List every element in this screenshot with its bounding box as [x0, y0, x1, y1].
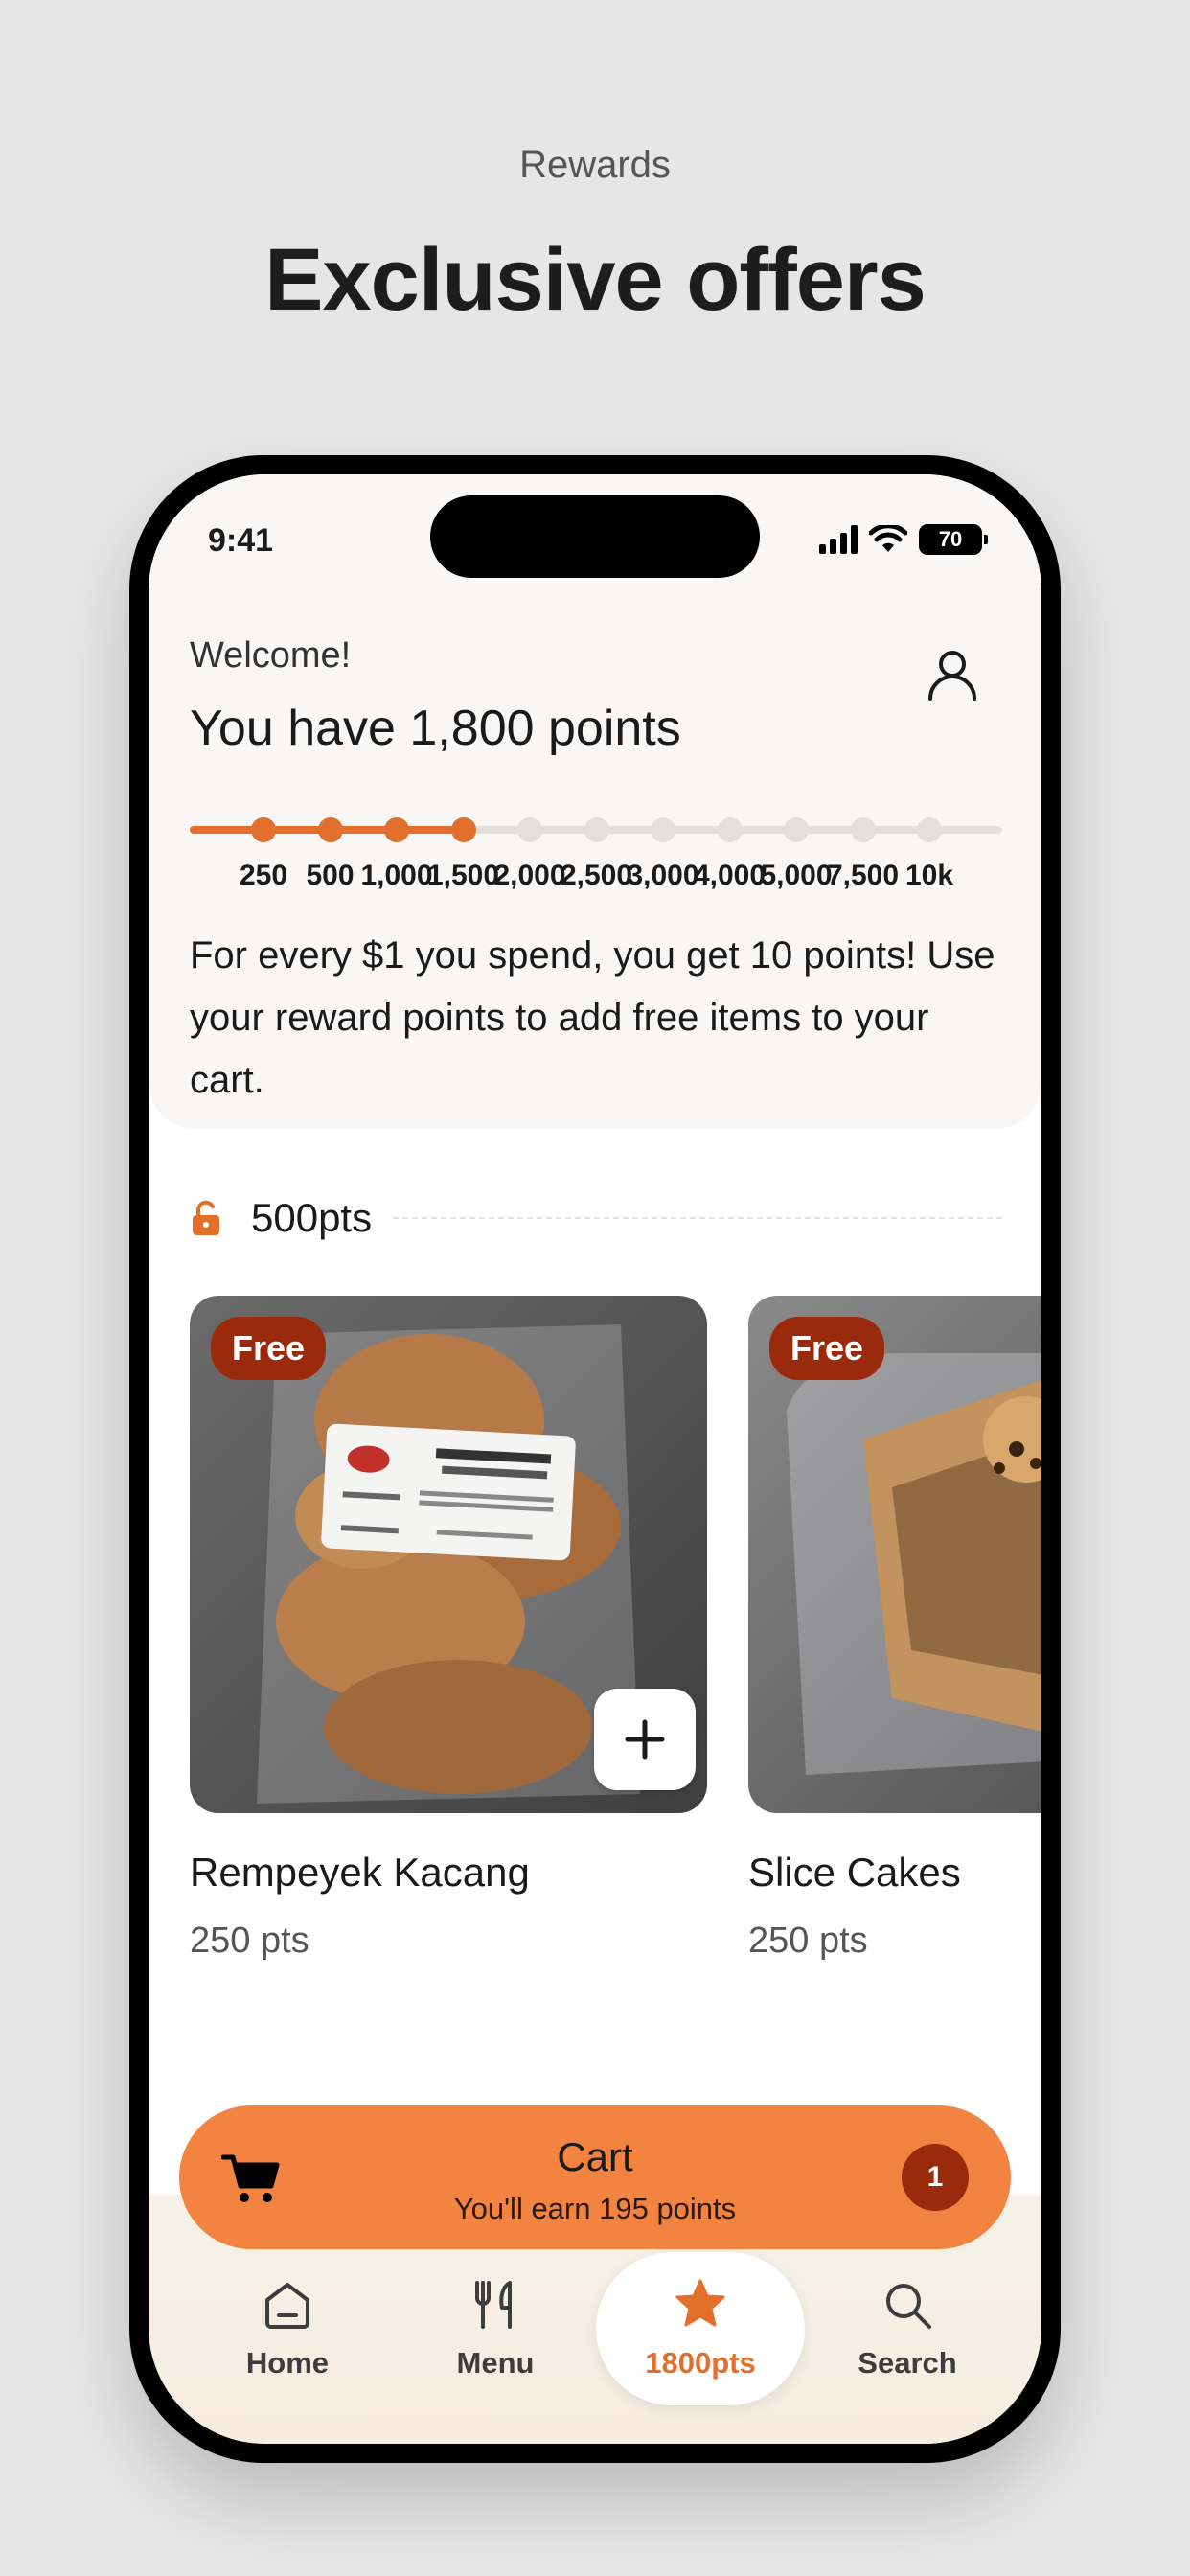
milestone-label: 10k	[904, 860, 954, 891]
nav-label: Menu	[456, 2346, 535, 2380]
milestone-label: 500	[306, 860, 355, 891]
milestone-label: 1,000	[360, 860, 433, 891]
milestone-dot	[251, 817, 276, 842]
wifi-icon	[869, 525, 907, 552]
milestone-label: 3,000	[627, 860, 699, 891]
cart-count-badge: 1	[902, 2144, 969, 2211]
product-points: 250 pts	[190, 1920, 309, 1961]
tier-divider	[393, 1217, 1002, 1219]
nav-label: 1800pts	[645, 2346, 756, 2380]
phone-frame: 9:41 70 Welcome! You have 1,800 points 2…	[129, 455, 1061, 2463]
nav-label: Search	[858, 2346, 957, 2380]
milestone-dot	[784, 817, 809, 842]
milestone-label: 4,000	[693, 860, 767, 891]
product-name: Rempeyek Kacang	[190, 1850, 530, 1895]
milestone-dot	[584, 817, 609, 842]
nav-rewards[interactable]: 1800pts	[596, 2252, 805, 2405]
product-card[interactable]: Free Slice Cakes 250 pts	[748, 1296, 1041, 1962]
milestone-dot	[651, 817, 675, 842]
milestone-dot	[384, 817, 409, 842]
search-icon	[886, 2284, 931, 2329]
plus-icon	[625, 1719, 665, 1760]
phone-screen: 9:41 70 Welcome! You have 1,800 points 2…	[149, 474, 1041, 2444]
profile-icon[interactable]	[923, 645, 982, 704]
product-card[interactable]: Free Rempeyek Kacang 250 pts	[190, 1296, 707, 1962]
utensils-icon	[475, 2281, 512, 2329]
star-icon	[675, 2279, 725, 2327]
product-image[interactable]: Free	[748, 1296, 1041, 1813]
points-info-text: For every $1 you spend, you get 10 point…	[190, 934, 995, 1101]
cart-button[interactable]: Cart You'll earn 195 points 1	[179, 2105, 1011, 2249]
add-to-cart-button[interactable]	[594, 1689, 696, 1790]
milestone-dot	[850, 817, 876, 842]
points-progress-bar	[190, 816, 1002, 844]
status-icons: 70	[819, 524, 988, 555]
home-icon	[265, 2283, 309, 2329]
battery-icon: 70	[919, 524, 988, 555]
nav-home[interactable]: Home	[192, 2252, 383, 2405]
nav-search[interactable]: Search	[812, 2252, 1003, 2405]
product-points: 250 pts	[748, 1920, 868, 1961]
cart-title: Cart	[557, 2134, 633, 2179]
free-badge: Free	[769, 1317, 885, 1380]
tier-label: 500pts	[251, 1195, 373, 1240]
product-name: Slice Cakes	[748, 1850, 961, 1895]
cart-subtitle: You'll earn 195 points	[453, 2192, 737, 2225]
lock-open-icon	[193, 1200, 219, 1235]
page-title: Exclusive offers	[264, 231, 927, 329]
free-badge: Free	[211, 1317, 327, 1380]
points-headline: You have 1,800 points	[190, 701, 681, 756]
milestone-label: 1,500	[426, 860, 500, 891]
milestone-dot	[517, 817, 542, 842]
milestone-label: 5,000	[760, 860, 833, 891]
nav-menu[interactable]: Menu	[400, 2252, 591, 2405]
page-eyebrow: Rewards	[519, 144, 671, 186]
milestone-dot	[917, 817, 942, 842]
nav-label: Home	[245, 2346, 330, 2380]
status-time: 9:41	[208, 522, 274, 559]
welcome-text: Welcome!	[190, 635, 352, 676]
milestone-label: 250	[239, 860, 288, 891]
tier-header: 500pts	[190, 1195, 1002, 1241]
milestone-label: 2,000	[493, 860, 566, 891]
milestone-dot	[317, 817, 343, 842]
product-image[interactable]: Free	[190, 1296, 707, 1813]
milestone-label: 7,500	[826, 860, 900, 891]
dynamic-island	[430, 495, 760, 578]
milestone-dot	[450, 817, 476, 842]
milestone-dot	[717, 817, 743, 842]
cellular-signal-icon	[819, 525, 858, 554]
milestone-label: 2,500	[560, 860, 633, 891]
